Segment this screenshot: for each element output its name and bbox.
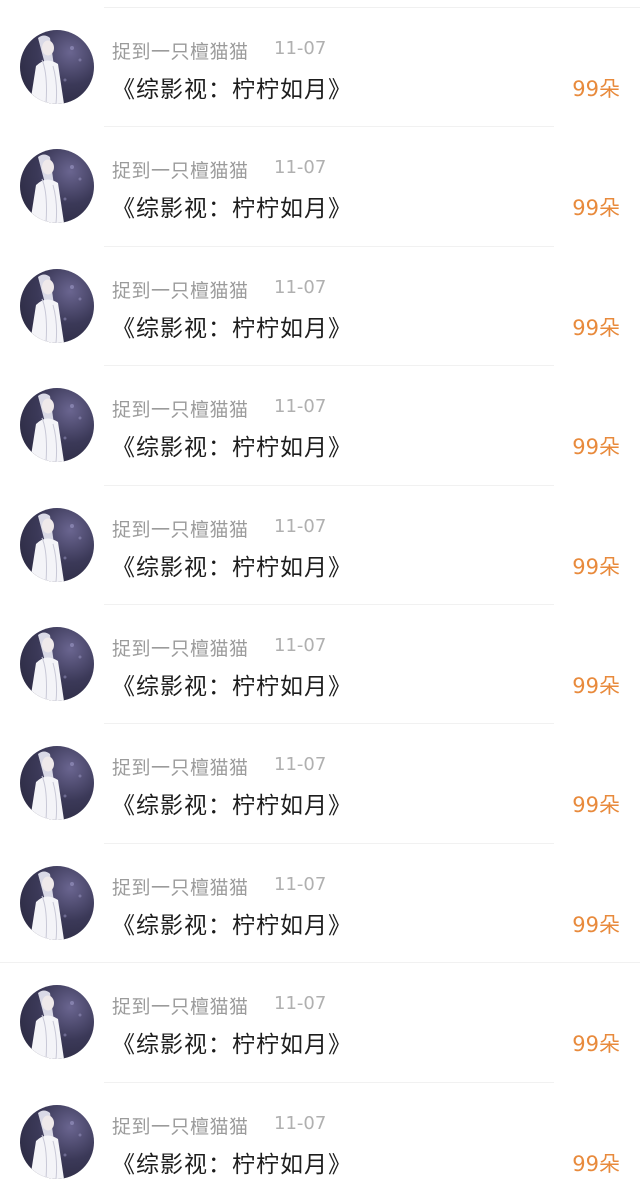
avatar-icon <box>30 513 82 582</box>
avatar-icon <box>30 393 82 463</box>
date: 11-07 <box>274 873 327 895</box>
book-title[interactable]: 《综影视：柠柠如月》 <box>112 428 352 462</box>
date: 11-07 <box>274 515 327 537</box>
gift-count: 99朵 <box>572 793 620 818</box>
gift-count: 99朵 <box>572 912 620 937</box>
avatar[interactable] <box>20 865 94 940</box>
gift-count: 99朵 <box>572 315 620 340</box>
book-title[interactable]: 《综影视：柠柠如月》 <box>112 667 352 701</box>
avatar-icon <box>30 751 82 821</box>
avatar[interactable] <box>20 30 94 104</box>
username[interactable]: 捉到一只檀猫猫 <box>112 395 249 422</box>
avatar[interactable] <box>20 388 94 463</box>
book-title[interactable]: 《综影视：柠柠如月》 <box>112 309 352 343</box>
avatar-icon <box>30 154 82 224</box>
gift-count: 99朵 <box>572 77 620 101</box>
avatar-icon <box>30 632 82 701</box>
gift-count: 99朵 <box>572 1151 620 1176</box>
username[interactable]: 捉到一只檀猫猫 <box>112 873 249 900</box>
username[interactable]: 捉到一只檀猫猫 <box>112 753 249 780</box>
list-item[interactable]: 捉到一只檀猫猫 11-07 《综影视：柠柠如月》 99朵 <box>0 1083 640 1202</box>
avatar[interactable] <box>20 746 94 821</box>
list-item[interactable]: 捉到一只檀猫猫 11-07 《综影视：柠柠如月》 99朵 <box>0 724 640 844</box>
avatar[interactable] <box>20 626 94 701</box>
book-title[interactable]: 《综影视：柠柠如月》 <box>112 70 352 104</box>
username[interactable]: 捉到一只檀猫猫 <box>112 156 249 183</box>
avatar-icon <box>30 1110 82 1179</box>
book-title[interactable]: 《综影视：柠柠如月》 <box>112 548 352 582</box>
list-item[interactable]: 捉到一只檀猫猫 11-07 《综影视：柠柠如月》 99朵 <box>0 127 640 247</box>
book-title[interactable]: 《综影视：柠柠如月》 <box>112 1145 352 1179</box>
avatar-icon <box>30 871 82 940</box>
username[interactable]: 捉到一只檀猫猫 <box>112 515 249 542</box>
gift-count: 99朵 <box>572 673 620 698</box>
list-item[interactable]: 捉到一只檀猫猫 11-07 《综影视：柠柠如月》 99朵 <box>0 844 640 964</box>
username[interactable]: 捉到一只檀猫猫 <box>112 276 249 303</box>
avatar[interactable] <box>20 985 94 1060</box>
gift-record-list: 捉到一只檀猫猫 11-07 《综影视：柠柠如月》 99朵 捉到一只檀猫猫 11-… <box>0 8 640 1202</box>
avatar-icon <box>30 35 82 104</box>
gift-count: 99朵 <box>572 554 620 579</box>
date: 11-07 <box>274 754 327 776</box>
list-item[interactable]: 捉到一只檀猫猫 11-07 《综影视：柠柠如月》 99朵 <box>0 605 640 725</box>
avatar-icon <box>30 274 82 343</box>
avatar[interactable] <box>20 507 94 582</box>
date: 11-07 <box>274 634 327 656</box>
book-title[interactable]: 《综影视：柠柠如月》 <box>112 906 352 940</box>
avatar[interactable] <box>20 268 94 343</box>
username[interactable]: 捉到一只檀猫猫 <box>112 37 249 64</box>
book-title[interactable]: 《综影视：柠柠如月》 <box>112 786 352 820</box>
list-item[interactable]: 捉到一只檀猫猫 11-07 《综影视：柠柠如月》 99朵 <box>0 366 640 486</box>
list-item[interactable]: 捉到一只檀猫猫 11-07 《综影视：柠柠如月》 99朵 <box>0 247 640 367</box>
username[interactable]: 捉到一只檀猫猫 <box>112 992 249 1019</box>
avatar-icon <box>30 990 82 1060</box>
username[interactable]: 捉到一只檀猫猫 <box>112 634 249 661</box>
date: 11-07 <box>274 157 327 179</box>
username[interactable]: 捉到一只檀猫猫 <box>112 1112 249 1139</box>
book-title[interactable]: 《综影视：柠柠如月》 <box>112 189 352 223</box>
gift-count: 99朵 <box>572 1032 620 1057</box>
book-title[interactable]: 《综影视：柠柠如月》 <box>112 1025 352 1059</box>
date: 11-07 <box>274 396 327 418</box>
avatar[interactable] <box>20 149 94 224</box>
list-item[interactable]: 捉到一只檀猫猫 11-07 《综影视：柠柠如月》 99朵 <box>0 963 640 1083</box>
date: 11-07 <box>274 38 327 59</box>
list-item[interactable]: 捉到一只檀猫猫 11-07 《综影视：柠柠如月》 99朵 <box>0 486 640 605</box>
date: 11-07 <box>274 276 327 298</box>
avatar[interactable] <box>20 1104 94 1179</box>
gift-count: 99朵 <box>572 435 620 460</box>
list-item[interactable]: 捉到一只檀猫猫 11-07 《综影视：柠柠如月》 99朵 <box>0 8 640 128</box>
date: 11-07 <box>274 1112 327 1134</box>
gift-count: 99朵 <box>572 196 620 221</box>
date: 11-07 <box>274 993 327 1015</box>
